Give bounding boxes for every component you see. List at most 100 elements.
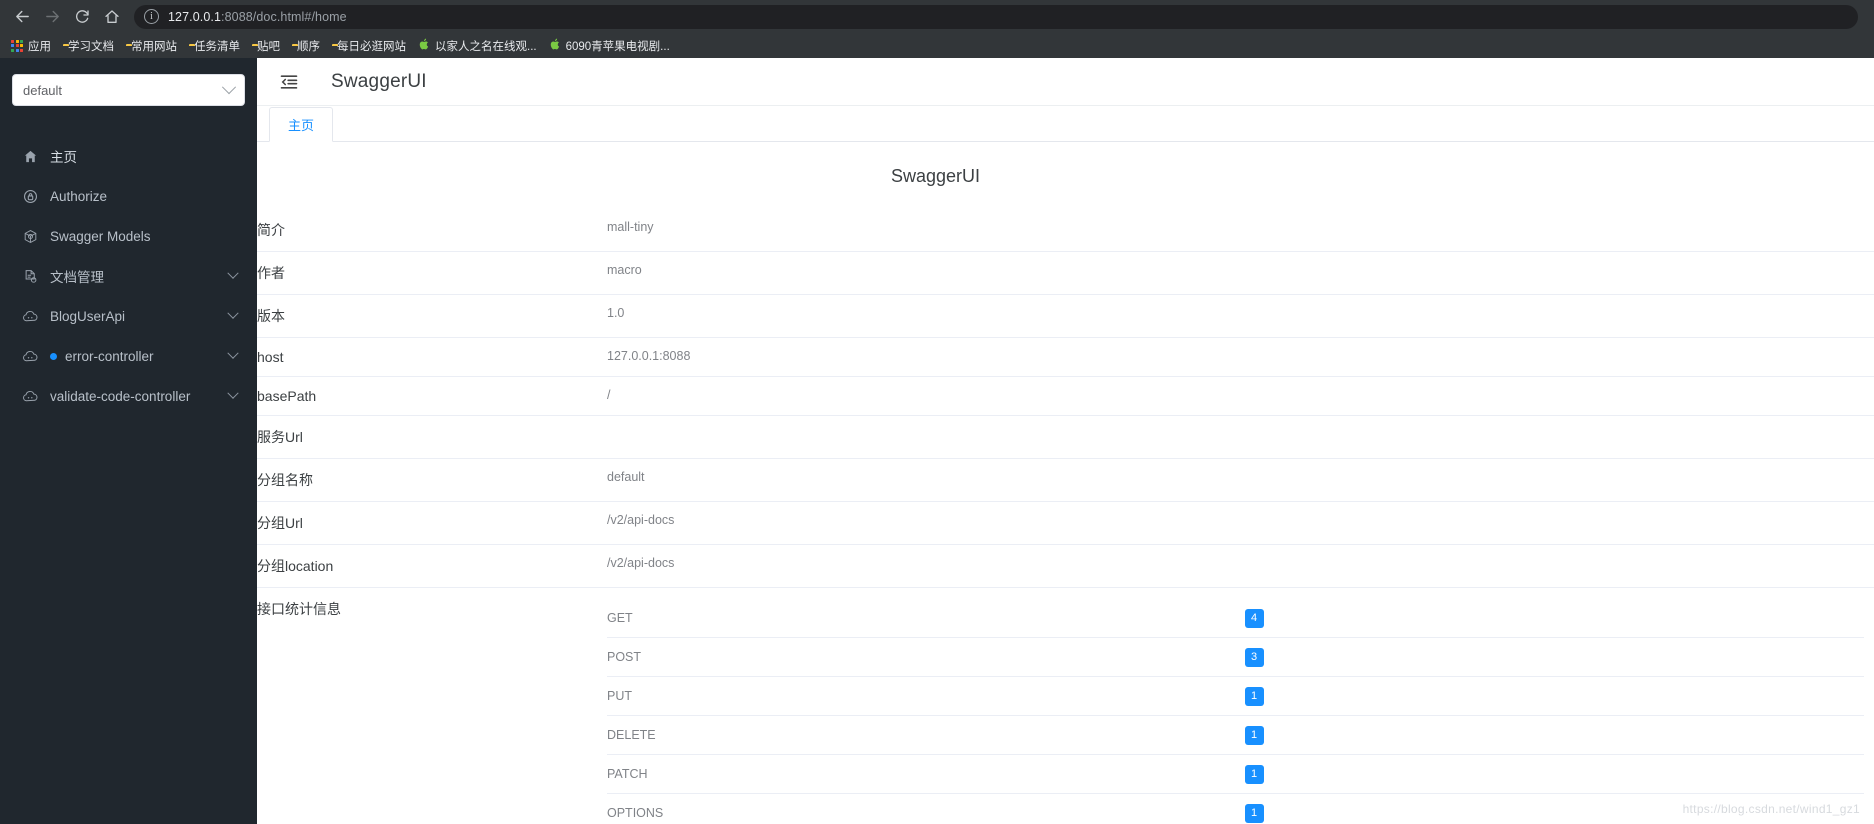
cube-icon	[22, 229, 39, 244]
main-area: SwaggerUI 主页 SwaggerUI 简介 mall-tiny 作者 m…	[257, 58, 1874, 824]
chevron-down-icon[interactable]	[227, 387, 239, 399]
chevron-down-icon[interactable]	[227, 347, 239, 359]
url-text: 127.0.0.1:8088/doc.html#/home	[168, 9, 347, 24]
sidebar: default 主页 Authorize Swagger Models 文档管理…	[0, 58, 257, 824]
row-value	[607, 415, 1874, 459]
menu-fold-icon[interactable]	[279, 72, 299, 92]
address-bar[interactable]: i 127.0.0.1:8088/doc.html#/home	[134, 4, 1858, 29]
stats-method: PATCH	[607, 754, 1245, 794]
row-key: 服务Url	[257, 415, 607, 459]
browser-toolbar: i 127.0.0.1:8088/doc.html#/home	[0, 0, 1874, 33]
sidebar-item-home[interactable]: 主页	[0, 136, 257, 176]
sidebar-item-validate-code-controller[interactable]: validate-code-controller	[0, 376, 257, 416]
sidebar-item-error-controller[interactable]: error-controller	[0, 336, 257, 376]
bookmark-label: 顺序	[297, 40, 320, 53]
stats-cell: GET 4 POST 3 PUT 1 DELETE 1 PATCH 1 OPTI…	[607, 587, 1874, 824]
lock-icon	[22, 189, 39, 204]
bookmark-label: 任务清单	[194, 40, 240, 53]
top-bar: SwaggerUI	[257, 58, 1874, 106]
sidebar-item-label: BlogUserApi	[50, 308, 126, 324]
table-row: host 127.0.0.1:8088	[257, 337, 1874, 377]
stats-row: OPTIONS 1	[607, 793, 1864, 824]
table-row-stats: 接口统计信息 GET 4 POST 3 PUT 1 DELETE 1 PATCH…	[257, 587, 1874, 824]
bookmark-folder-1[interactable]: 学习文档	[60, 35, 121, 57]
sidebar-item-swagger-models[interactable]: Swagger Models	[0, 216, 257, 256]
forward-icon[interactable]	[38, 3, 66, 31]
status-dot	[50, 352, 57, 360]
row-key: 分组Url	[257, 501, 607, 545]
bookmark-label: 常用网站	[131, 40, 177, 53]
sidebar-item-label: validate-code-controller	[50, 388, 191, 404]
content-area: SwaggerUI 简介 mall-tiny 作者 macro 版本 1.0 h…	[257, 142, 1874, 824]
watermark: https://blog.csdn.net/wind1_gz1	[1682, 802, 1860, 816]
row-key: 接口统计信息	[257, 587, 607, 824]
reload-icon[interactable]	[68, 3, 96, 31]
bookmarks-bar: 应用 学习文档 常用网站 任务清单 贴吧 顺序 每日必逛网站 以家人之名在线观.…	[0, 33, 1874, 58]
bookmark-site-1[interactable]: 以家人之名在线观...	[415, 35, 544, 57]
bookmark-folder-5[interactable]: 顺序	[289, 35, 327, 57]
chevron-down-icon	[221, 80, 237, 95]
table-row: basePath /	[257, 376, 1874, 416]
tab-home[interactable]: 主页	[269, 107, 334, 142]
table-row: 版本 1.0	[257, 294, 1874, 338]
stats-count-cell: 1	[1244, 715, 1864, 755]
chevron-down-icon[interactable]	[227, 307, 239, 319]
doc-title: SwaggerUI	[890, 166, 981, 186]
bookmark-label: 贴吧	[257, 40, 280, 53]
bookmark-site-2[interactable]: 6090青苹果电视剧...	[546, 35, 677, 57]
stats-row: PATCH 1	[607, 754, 1864, 794]
row-value: macro	[607, 251, 1874, 295]
cloud-icon	[22, 349, 39, 364]
browser-chrome: i 127.0.0.1:8088/doc.html#/home 应用 学习文档 …	[0, 0, 1874, 58]
table-row: 服务Url	[257, 415, 1874, 459]
stats-row: DELETE 1	[607, 715, 1864, 755]
row-value: /	[607, 376, 1874, 416]
stats-count-cell: 1	[1244, 754, 1864, 794]
bookmark-label: 学习文档	[68, 40, 114, 53]
sidebar-item-document-manage[interactable]: 文档管理	[0, 256, 257, 296]
bookmark-folder-3[interactable]: 任务清单	[186, 35, 247, 57]
cloud-icon	[22, 389, 39, 404]
bookmark-apps[interactable]: 应用	[8, 35, 58, 57]
page-title: SwaggerUI	[331, 70, 427, 92]
stats-method: POST	[607, 637, 1245, 677]
apps-grid-icon	[11, 39, 23, 52]
stats-method: PUT	[607, 676, 1245, 716]
bookmark-folder-4[interactable]: 贴吧	[249, 35, 287, 57]
table-row: 分组location /v2/api-docs	[257, 544, 1874, 588]
sidebar-item-label: Authorize	[50, 188, 108, 204]
stats-row: GET 4	[607, 599, 1864, 638]
sidebar-item-authorize[interactable]: Authorize	[0, 176, 257, 216]
bookmark-label: 每日必逛网站	[337, 40, 406, 53]
app-page: default 主页 Authorize Swagger Models 文档管理…	[0, 58, 1874, 824]
stats-row: PUT 1	[607, 676, 1864, 716]
stats-method: OPTIONS	[607, 793, 1245, 824]
stats-table: GET 4 POST 3 PUT 1 DELETE 1 PATCH 1 OPTI…	[607, 599, 1864, 824]
table-row: 作者 macro	[257, 251, 1874, 295]
group-select[interactable]: default	[12, 74, 245, 106]
sidebar-item-label: Swagger Models	[50, 228, 151, 244]
row-key: 简介	[257, 209, 607, 252]
row-value: /v2/api-docs	[607, 544, 1874, 588]
bookmark-folder-2[interactable]: 常用网站	[123, 35, 184, 57]
sidebar-item-label: error-controller	[65, 348, 154, 364]
row-key: 版本	[257, 294, 607, 338]
row-value: default	[607, 458, 1874, 502]
apple-icon	[549, 37, 561, 55]
home-icon	[22, 149, 39, 164]
site-info-icon[interactable]: i	[144, 9, 159, 24]
sidebar-item-bloguserapi[interactable]: BlogUserApi	[0, 296, 257, 336]
row-key: 分组location	[257, 544, 607, 588]
bookmark-folder-6[interactable]: 每日必逛网站	[329, 35, 413, 57]
status-badge: 1	[1244, 726, 1264, 745]
bookmark-label: 以家人之名在线观...	[435, 40, 537, 53]
row-key: basePath	[257, 376, 607, 416]
back-icon[interactable]	[8, 3, 36, 31]
home-icon[interactable]	[98, 3, 126, 31]
row-value: 1.0	[607, 294, 1874, 338]
status-badge: 3	[1244, 648, 1264, 667]
chevron-down-icon[interactable]	[227, 267, 239, 279]
group-select-value: default	[23, 82, 63, 98]
tab-label: 主页	[288, 118, 315, 133]
row-value: /v2/api-docs	[607, 501, 1874, 545]
